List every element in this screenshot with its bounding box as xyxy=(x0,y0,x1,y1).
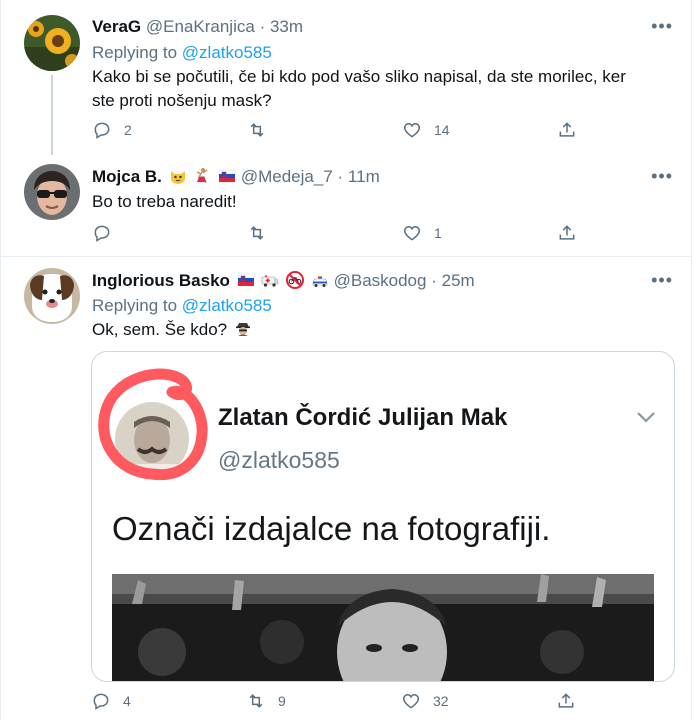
like-icon xyxy=(402,693,420,709)
retweet-icon xyxy=(249,694,263,708)
tweet-1[interactable]: VeraG @EnaKranjica · 33m ••• Replying to… xyxy=(0,0,692,155)
retweet-count: 9 xyxy=(278,693,286,709)
separator: · xyxy=(259,17,266,36)
share-button[interactable] xyxy=(557,223,577,243)
author-handle[interactable]: @Medeja_7 xyxy=(241,167,333,186)
reply-button[interactable] xyxy=(92,223,124,243)
replying-to-link[interactable]: @zlatko585 xyxy=(182,296,272,315)
like-button[interactable]: 14 xyxy=(402,120,450,140)
embedded-image[interactable]: Zlatan Čordić Julijan Mak @zlatko585 Ozn… xyxy=(91,351,675,682)
retweet-button[interactable] xyxy=(247,120,279,140)
replying-label: Replying to xyxy=(92,296,182,315)
timestamp[interactable]: 33m xyxy=(270,17,303,36)
reply-button[interactable]: 2 xyxy=(92,120,132,140)
reply-icon xyxy=(94,225,110,242)
author-handle[interactable]: @EnaKranjica xyxy=(146,17,255,36)
embedded-tweet-text: Označi izdajalce na fotografiji. xyxy=(112,510,551,547)
reply-icon xyxy=(93,693,109,710)
embedded-author-handle: @zlatko585 xyxy=(218,447,340,473)
embedded-author-name: Zlatan Čordić Julijan Mak xyxy=(218,404,508,431)
author-name[interactable]: Inglorious Basko xyxy=(92,271,230,290)
more-icon[interactable]: ••• xyxy=(651,16,673,37)
retweet-icon xyxy=(250,123,264,137)
share-button[interactable] xyxy=(556,691,576,711)
avatar[interactable] xyxy=(24,15,80,71)
tweet-text: Kako bi se počutili, če bi kdo pod vašo … xyxy=(92,67,626,110)
tweet-text: Bo to treba naredit! xyxy=(92,192,237,211)
reply-icon xyxy=(94,122,110,139)
ambulance-emoji-icon xyxy=(262,275,279,287)
reply-count: 2 xyxy=(124,122,132,138)
author-name[interactable]: Mojca B. xyxy=(92,167,162,186)
like-button[interactable]: 32 xyxy=(401,691,449,711)
slovenia-flag-icon xyxy=(237,273,254,286)
dancer-emoji-icon xyxy=(197,168,208,184)
tweet-actions: 2 14 xyxy=(92,120,582,142)
timestamp[interactable]: 11m xyxy=(348,167,380,186)
share-button[interactable] xyxy=(557,120,577,140)
retweet-button[interactable] xyxy=(247,223,279,243)
no-bicycles-emoji-icon xyxy=(286,271,305,289)
tweet-text: Ok, sem. Še kdo? xyxy=(92,320,228,339)
like-button[interactable]: 1 xyxy=(402,223,442,243)
share-icon xyxy=(559,225,575,240)
like-count: 32 xyxy=(433,693,449,709)
avatar[interactable] xyxy=(24,268,80,324)
author-name[interactable]: VeraG xyxy=(92,17,141,36)
avatar[interactable] xyxy=(24,164,80,220)
cat-face-emoji-icon xyxy=(170,171,185,184)
like-count: 1 xyxy=(434,225,442,241)
tweet-actions: 4 9 32 xyxy=(91,691,581,713)
detective-emoji-icon xyxy=(235,323,250,336)
tweet-2[interactable]: Mojca B. @Medeja_7 · 11m ••• Bo to treba… xyxy=(0,153,692,256)
replying-to-link[interactable]: @zlatko585 xyxy=(182,43,272,62)
author-handle[interactable]: @Baskodog xyxy=(334,271,427,290)
reply-button[interactable]: 4 xyxy=(91,691,131,711)
more-icon[interactable]: ••• xyxy=(651,166,673,187)
thread-line xyxy=(51,75,53,155)
slovenia-flag-icon xyxy=(218,169,236,182)
retweet-icon xyxy=(250,226,264,240)
more-icon[interactable]: ••• xyxy=(651,270,673,291)
tweet-actions: 1 xyxy=(92,223,582,245)
separator: · xyxy=(431,271,437,290)
share-icon xyxy=(559,122,575,137)
share-icon xyxy=(558,693,574,708)
like-icon xyxy=(403,225,421,241)
separator: · xyxy=(337,167,344,186)
timestamp[interactable]: 25m xyxy=(442,271,475,290)
police-car-emoji-icon xyxy=(312,276,328,287)
replying-label: Replying to xyxy=(92,43,182,62)
like-count: 14 xyxy=(434,122,450,138)
like-icon xyxy=(403,122,421,138)
retweet-button[interactable]: 9 xyxy=(246,691,286,711)
reply-count: 4 xyxy=(123,693,131,709)
